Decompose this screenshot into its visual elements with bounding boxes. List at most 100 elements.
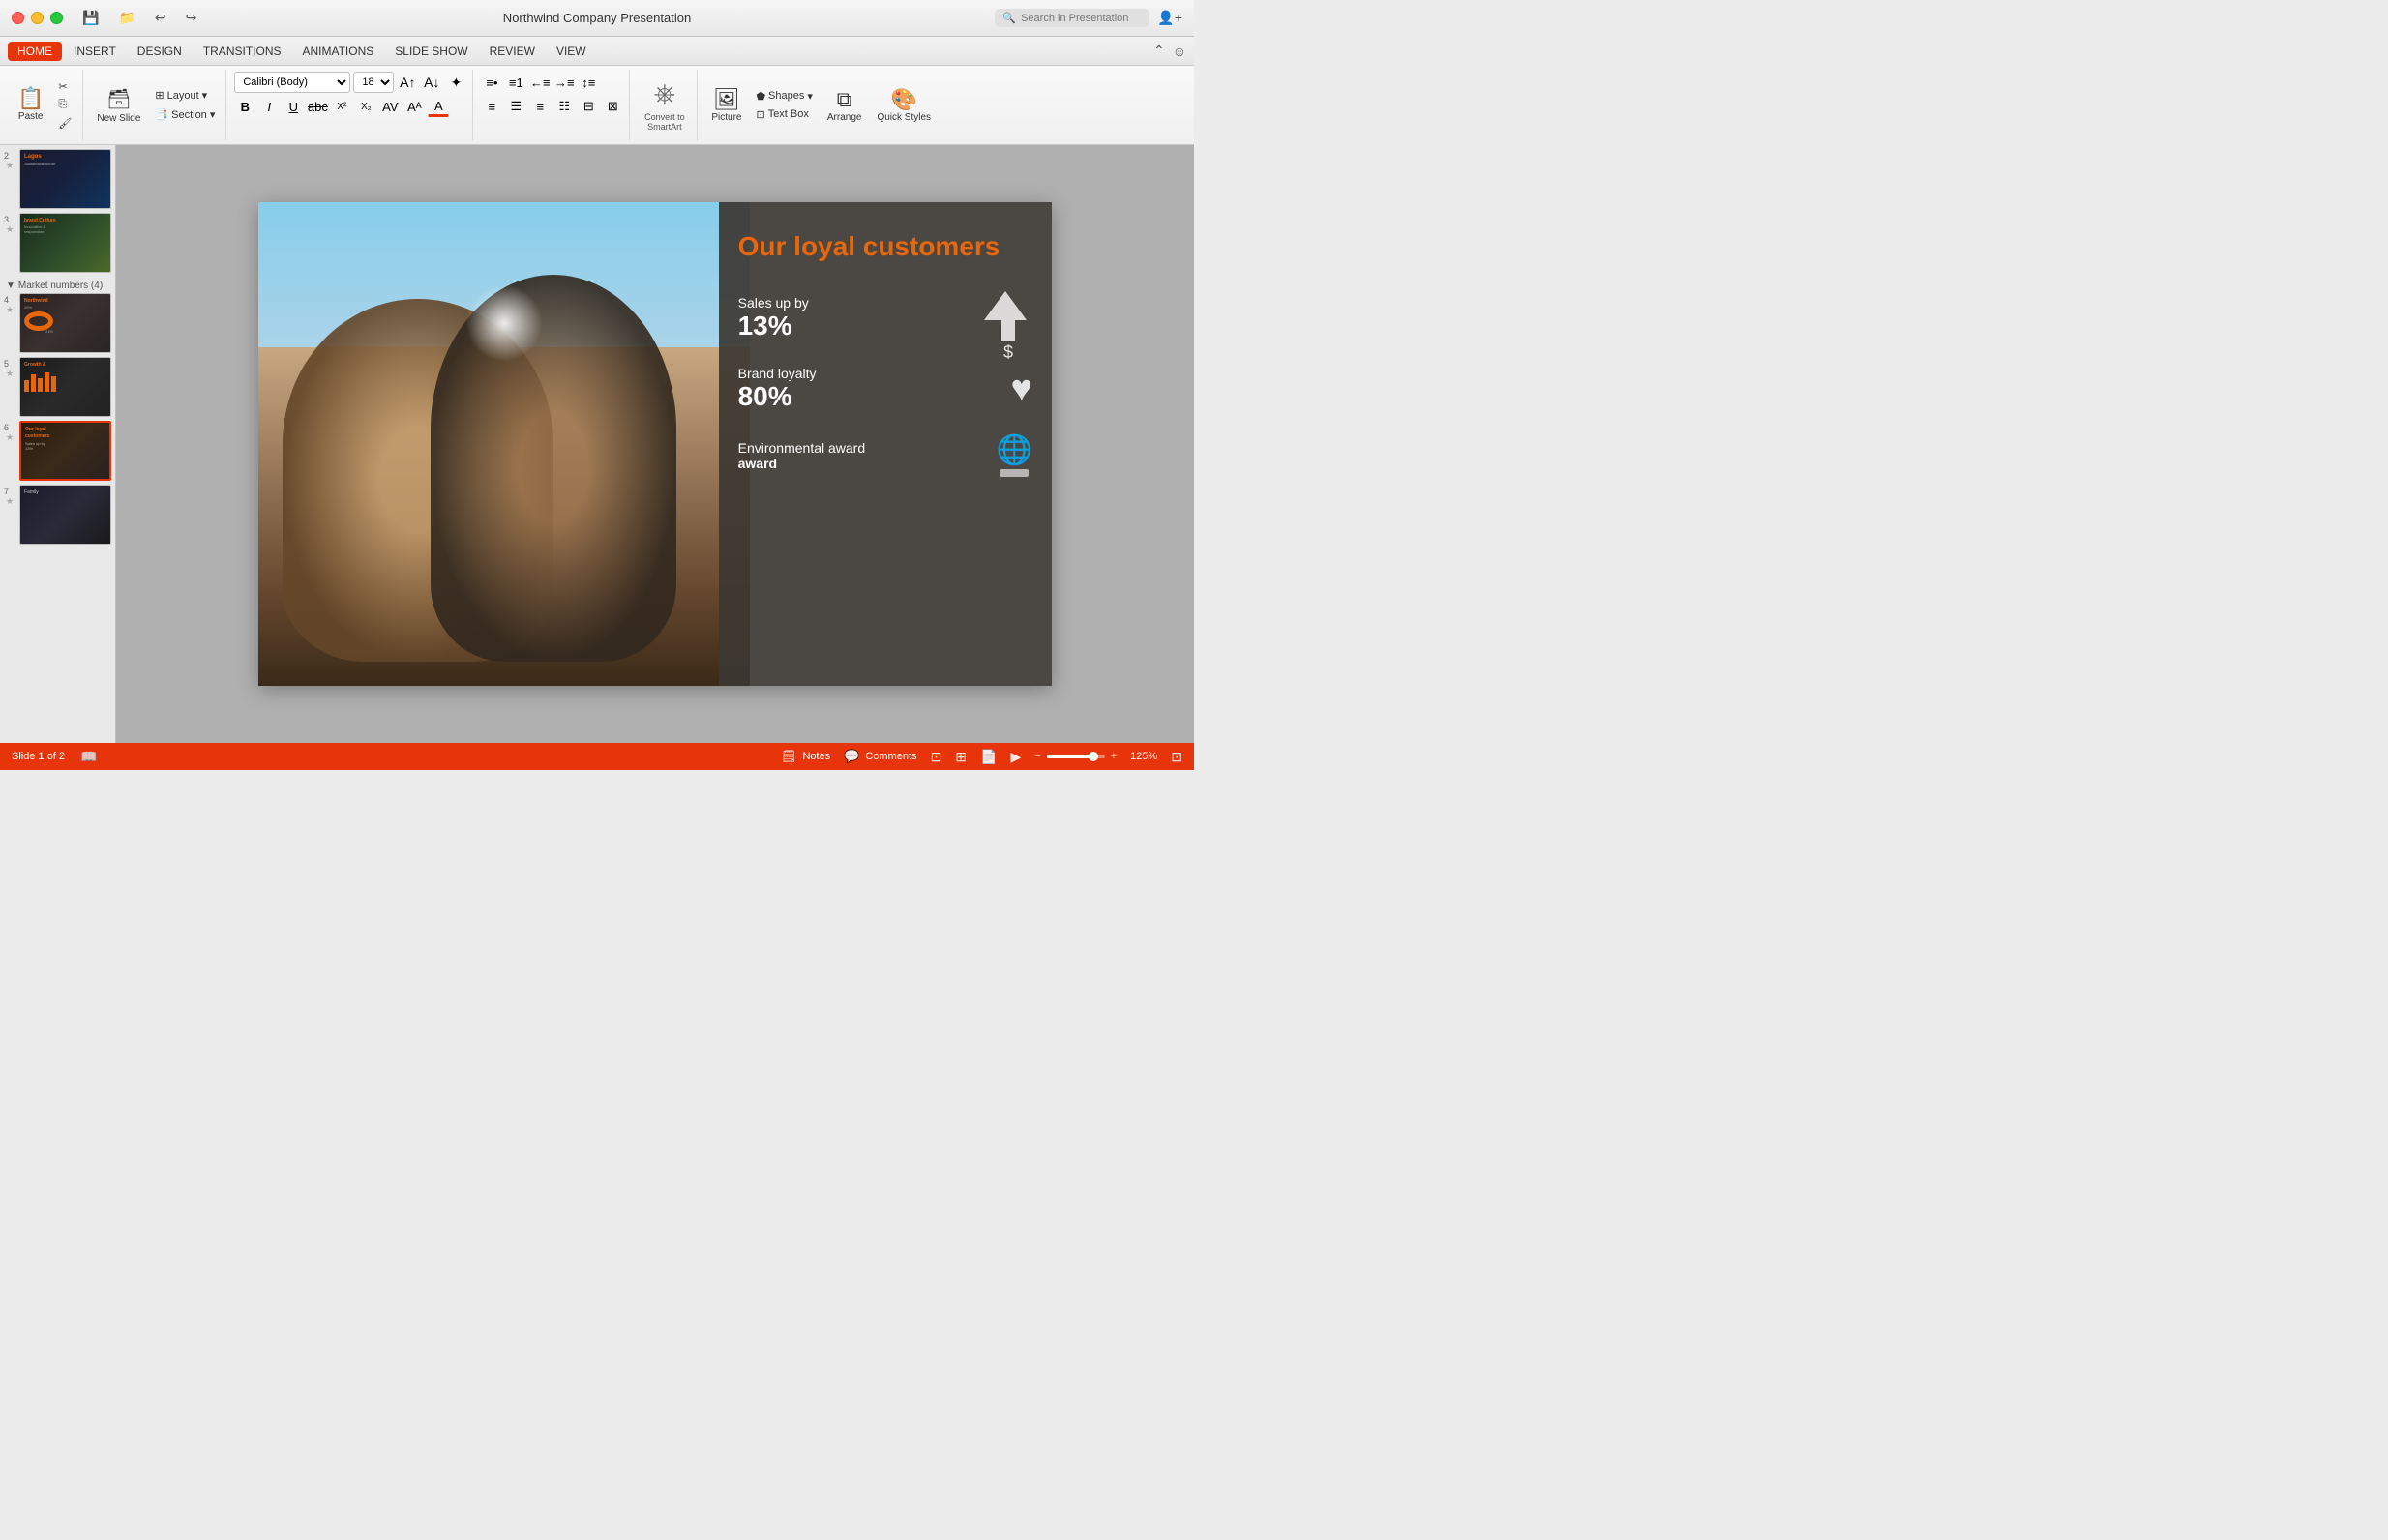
increase-indent-button[interactable]: →≡ [553,72,575,93]
cut-button[interactable]: ✂ [53,78,76,95]
superscript-button[interactable]: X² [331,96,352,117]
font-color-button[interactable]: A [428,96,449,117]
clear-format-button[interactable]: ✦ [445,72,466,93]
slide-item-7[interactable]: 7 ★ Family [4,485,111,545]
columns-button[interactable]: ⊟ [578,96,599,117]
menu-animations[interactable]: ANIMATIONS [292,42,383,61]
menu-insert[interactable]: INSERT [64,42,126,61]
shapes-textbox-area: ⬟ Shapes ▾ ⊡ Text Box [751,88,817,123]
undo-icon[interactable]: ↩ [155,10,166,26]
slide-item-4[interactable]: 4 ★ Northwind 26% 21% [4,293,111,353]
picture-button[interactable]: 🖼 Picture [705,84,747,126]
slide-item-5[interactable]: 5 ★ Growth & [4,357,111,417]
notes-button[interactable]: 🗒 Notes [781,749,830,764]
bullets-button[interactable]: ≡• [481,72,502,93]
text-direction-button[interactable]: ⊠ [602,96,623,117]
cut-icon: ✂ [58,80,67,93]
justify-button[interactable]: ☷ [553,96,575,117]
copy-button[interactable]: ⎘ [53,97,76,113]
decrease-indent-button[interactable]: ←≡ [529,72,551,93]
stat-loyalty: Brand loyalty 80% ♥ [738,366,1032,412]
collapse-ribbon-icon[interactable]: ⌃ [1153,43,1165,59]
fit-slide-icon[interactable]: ⊡ [1171,749,1182,765]
slide-item-2[interactable]: 2 ★ Lagos Sustainable future [4,149,111,209]
zoom-track [1047,755,1105,758]
new-slide-button[interactable]: 🗃 New Slide [91,84,146,127]
search-icon: 🔍 [1002,12,1016,24]
font-shrink-button[interactable]: A↓ [421,72,442,93]
close-button[interactable] [12,12,24,24]
section-label: Section [171,109,207,121]
slide-thumb-4[interactable]: Northwind 26% 21% [19,293,111,353]
notes-icon: 🗒 [781,749,797,764]
thumb-7-content: Family [20,486,110,500]
ribbon-paste-controls: 📋 Paste ✂ ⎘ 🖌 [12,72,76,138]
quick-styles-button[interactable]: 🎨 Quick Styles [871,84,937,126]
slide-thumb-5[interactable]: Growth & [19,357,111,417]
slide-sorter-icon[interactable]: ⊞ [955,749,967,765]
slide-title: Our loyal customers [738,231,1032,262]
menu-design[interactable]: DESIGN [128,42,192,61]
comments-button[interactable]: 💬 Comments [844,749,916,764]
titlebar-icons: 💾 📁 ↩ ↪ [82,10,196,26]
layout-label: Layout [167,90,199,102]
text-shadow-button[interactable]: Aᴬ [403,96,425,117]
menu-view[interactable]: VIEW [547,42,596,61]
ribbon-group-drawing: ⎈ Convert to SmartArt [632,70,698,140]
subscript-button[interactable]: X₂ [355,96,376,117]
slide-info-text: Slide 1 of 2 [12,751,65,762]
search-box[interactable]: 🔍 [995,9,1149,27]
line-spacing-button[interactable]: ↕≡ [578,72,599,93]
shapes-button[interactable]: ⬟ Shapes ▾ [751,88,817,104]
maximize-button[interactable] [50,12,63,24]
zoom-in-icon[interactable]: + [1111,751,1117,762]
zoom-out-icon[interactable]: − [1034,751,1040,762]
zoom-thumb[interactable] [1089,752,1098,761]
layout-button[interactable]: ⊞ Layout ▾ [150,87,220,104]
presenter-view-icon[interactable]: ▶ [1010,749,1021,765]
char-spacing-button[interactable]: AV [379,96,401,117]
reading-view-icon[interactable]: 📄 [980,749,997,765]
section-button[interactable]: 📑 Section ▾ [150,106,220,123]
slide-thumb-2[interactable]: Lagos Sustainable future [19,149,111,209]
slide-photo-background [258,202,750,686]
align-left-button[interactable]: ≡ [481,96,502,117]
underline-button[interactable]: U [283,96,304,117]
folder-icon[interactable]: 📁 [118,10,134,26]
menu-review[interactable]: REVIEW [480,42,545,61]
paste-button[interactable]: 📋 Paste [12,85,49,125]
search-input[interactable] [1021,13,1137,24]
normal-view-icon[interactable]: ⊡ [931,749,942,765]
text-box-label: Text Box [768,108,809,120]
font-grow-button[interactable]: A↑ [397,72,418,93]
book-icon[interactable]: 📖 [80,749,97,765]
menu-slideshow[interactable]: SLIDE SHOW [385,42,477,61]
font-size-select[interactable]: 18 [353,72,394,93]
format-painter-button[interactable]: 🖌 [53,115,76,132]
slide-item-3[interactable]: 3 ★ brand Culture Innovative &responsibl… [4,213,111,273]
arrange-button[interactable]: ⧉ Arrange [821,84,868,126]
minimize-button[interactable] [31,12,44,24]
font-family-select[interactable]: Calibri (Body) [234,72,350,93]
bold-button[interactable]: B [234,96,255,117]
slide-item-6[interactable]: 6 ★ Our loyalcustomers Sales up by13% [4,421,111,481]
slide-thumb-3[interactable]: brand Culture Innovative &responsible [19,213,111,273]
menu-transitions[interactable]: TRANSITIONS [194,42,291,61]
menu-home[interactable]: HOME [8,42,62,61]
help-icon[interactable]: ☺ [1173,44,1186,59]
slide-thumb-6[interactable]: Our loyalcustomers Sales up by13% [19,421,111,481]
slide-thumb-7[interactable]: Family [19,485,111,545]
slide-canvas[interactable]: Our loyal customers Sales up by 13% $ [258,202,1052,686]
save-icon[interactable]: 💾 [82,10,99,26]
user-icon[interactable]: 👤+ [1157,10,1182,26]
redo-icon[interactable]: ↪ [186,10,197,26]
numbering-button[interactable]: ≡1 [505,72,526,93]
align-center-button[interactable]: ☰ [505,96,526,117]
text-box-button[interactable]: ⊡ Text Box [751,106,817,123]
strikethrough-button[interactable]: abc [307,96,328,117]
arrow-stem [1001,320,1015,341]
format-painter-icon: 🖌 [58,117,72,130]
section-header-market[interactable]: ▼ Market numbers (4) [4,277,111,293]
align-right-button[interactable]: ≡ [529,96,551,117]
italic-button[interactable]: I [258,96,280,117]
